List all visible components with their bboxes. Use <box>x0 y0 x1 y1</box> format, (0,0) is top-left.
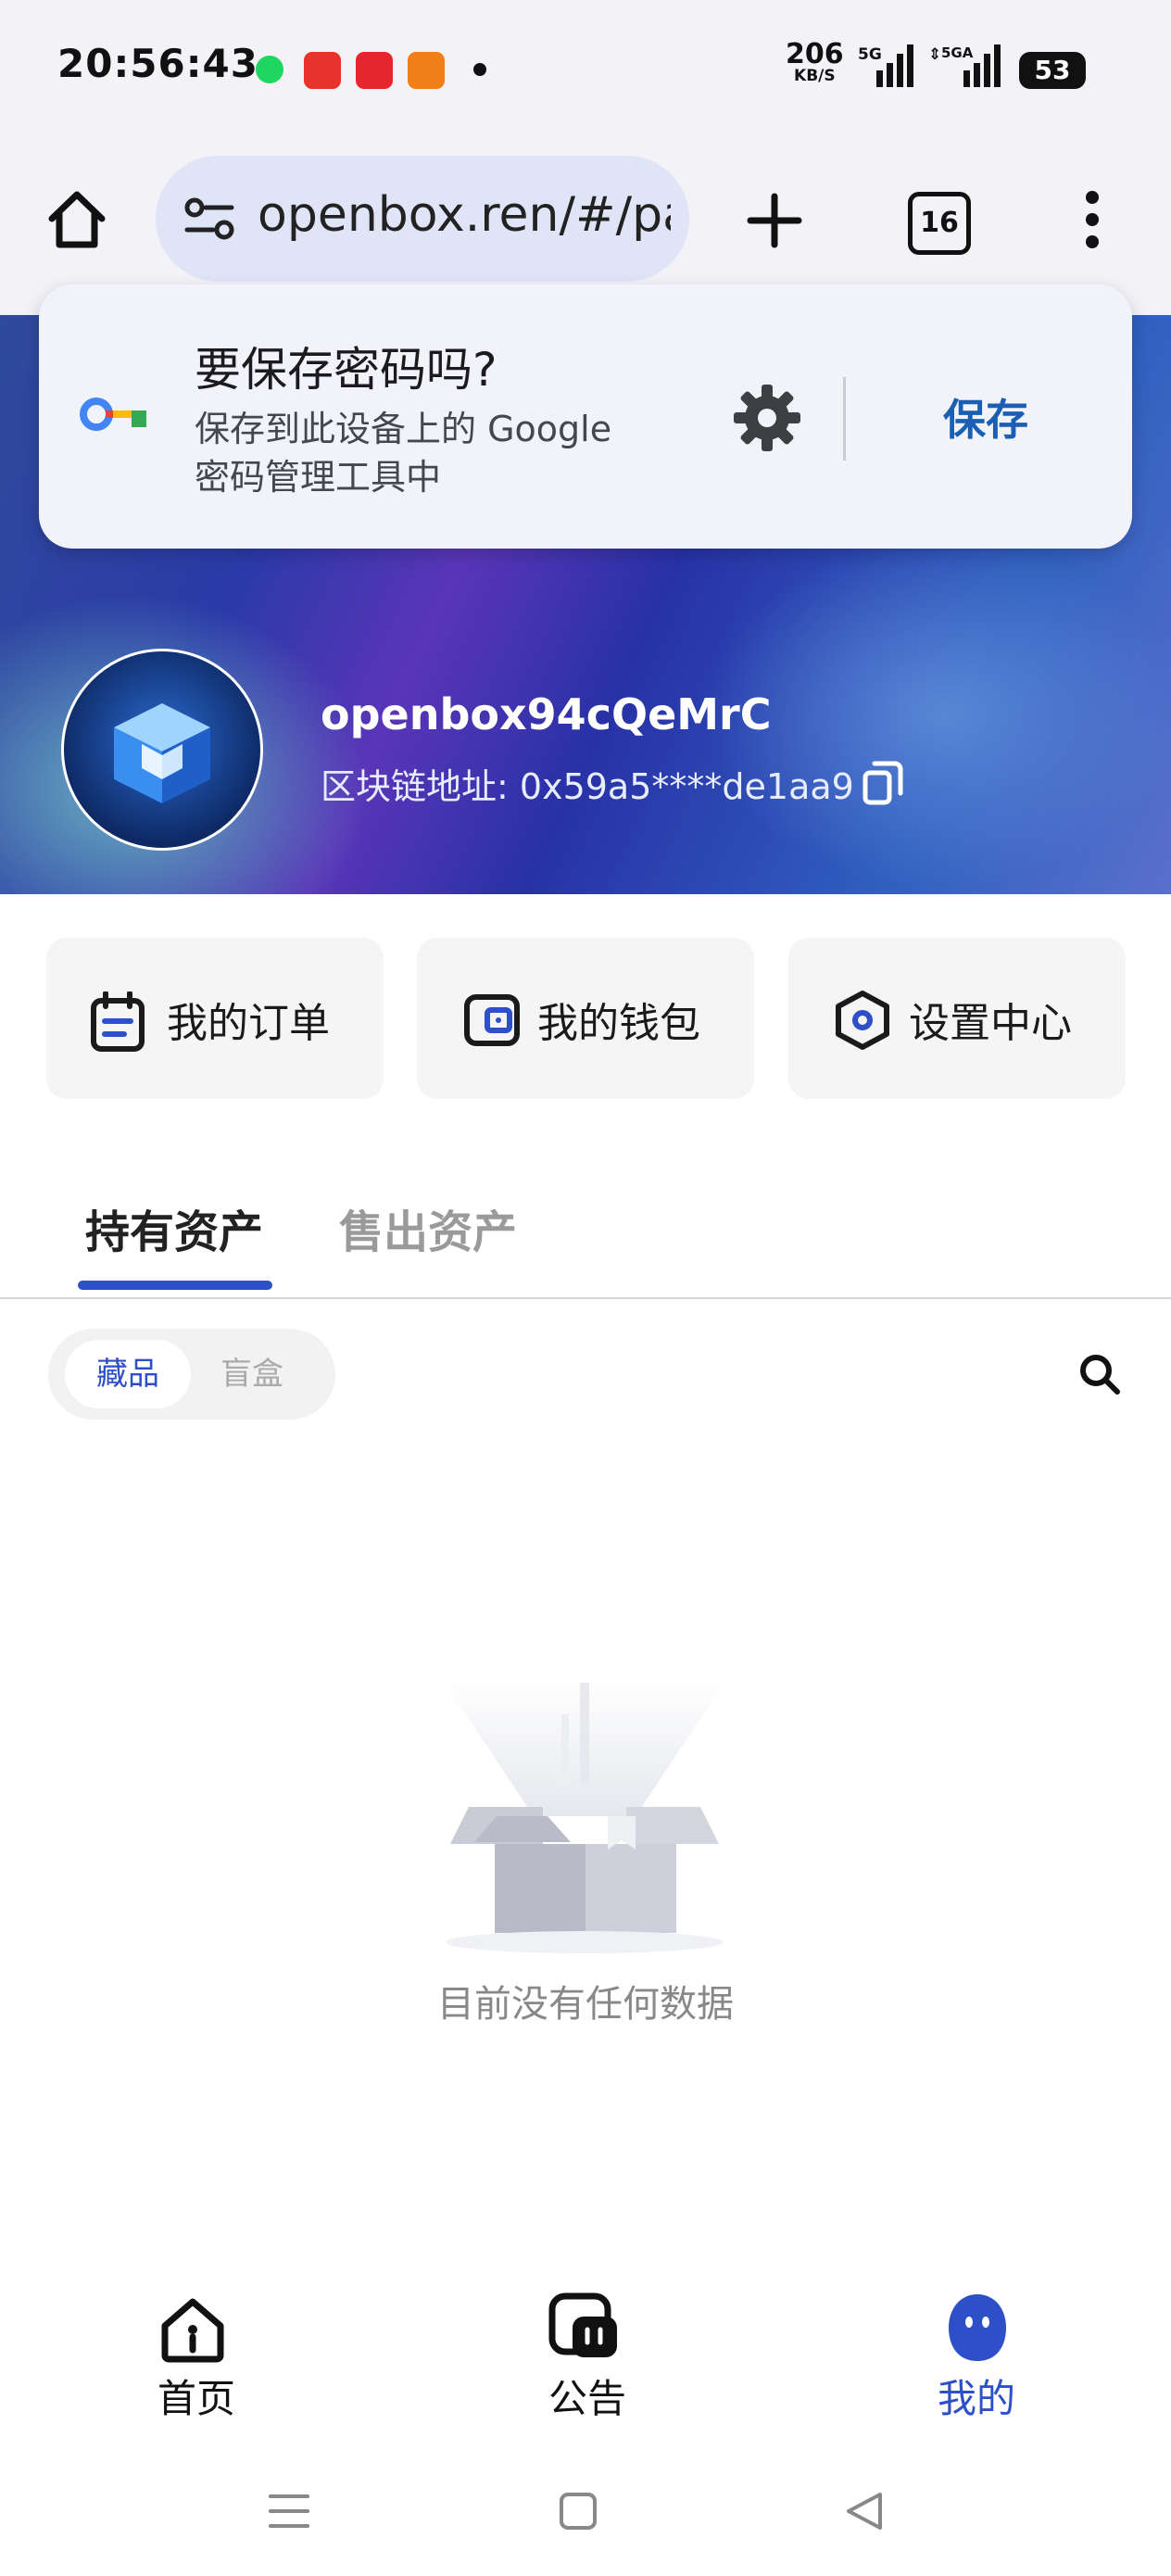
status-bar: 20:56:43 206 KB/S 5G ⇕ 5GA 53 <box>0 0 1171 139</box>
avatar[interactable] <box>61 649 263 851</box>
spotify-icon <box>256 56 283 83</box>
nav-announcements[interactable]: 公告 <box>528 2289 639 2428</box>
address-bar[interactable]: openbox.ren/#/pa <box>156 156 689 282</box>
nav-mine[interactable]: 我的 <box>917 2289 1038 2428</box>
settings-center-button[interactable]: 设置中心 <box>788 938 1126 1099</box>
empty-box-illustration <box>441 1677 728 1953</box>
system-navigation-bar <box>0 2456 1171 2576</box>
profile-nav-icon <box>949 2294 1006 2361</box>
chain-address-label: 区块链地址: <box>321 766 509 807</box>
svg-text:5GA: 5GA <box>941 44 974 61</box>
xiaohongshu-icon <box>356 52 393 89</box>
chain-address: 区块链地址: 0x59a5****de1aa9 <box>321 758 854 809</box>
tab-switcher-button[interactable]: 16 <box>908 192 971 255</box>
signal-5g-icon: 5G <box>858 44 913 87</box>
nav-home-label: 首页 <box>157 2376 236 2421</box>
my-orders-label: 我的订单 <box>167 1000 330 1047</box>
username: openbox94cQeMrC <box>321 689 772 739</box>
site-settings-icon[interactable] <box>183 196 237 241</box>
my-wallet-label: 我的钱包 <box>537 1000 700 1047</box>
tab-sold-assets[interactable]: 售出资产 <box>339 1195 517 1260</box>
home-button-icon[interactable] <box>558 2491 598 2532</box>
svg-text:⇕: ⇕ <box>928 45 941 64</box>
my-wallet-button[interactable]: 我的钱包 <box>417 938 754 1099</box>
app-notification-icon <box>304 52 341 89</box>
nav-mine-label: 我的 <box>938 2376 1016 2421</box>
network-speed: 206 KB/S <box>786 38 844 86</box>
home-nav-icon <box>161 2298 224 2363</box>
home-icon[interactable] <box>44 187 109 252</box>
empty-state-message: 目前没有任何数据 <box>437 1983 734 2026</box>
active-tab-indicator <box>78 1281 272 1290</box>
save-password-button[interactable]: 保存 <box>943 386 1028 448</box>
new-tab-icon[interactable] <box>747 193 802 248</box>
filter-collectibles[interactable]: 藏品 <box>65 1340 191 1408</box>
recent-apps-icon[interactable] <box>267 2491 311 2532</box>
more-notifications-dot <box>473 63 486 76</box>
hexagon-settings-icon <box>836 991 889 1050</box>
settings-center-label: 设置中心 <box>909 1000 1072 1047</box>
more-menu-icon[interactable] <box>1078 189 1106 250</box>
announcement-icon <box>548 2292 617 2357</box>
calendar-icon <box>91 991 145 1052</box>
nav-announcements-label: 公告 <box>548 2376 627 2421</box>
save-password-prompt: 要保存密码吗? 保存到此设备上的 Google 密码管理工具中 保存 <box>39 284 1132 549</box>
wallet-icon <box>464 994 520 1046</box>
battery-indicator: 53 <box>1019 52 1086 89</box>
search-icon[interactable] <box>1078 1353 1121 1395</box>
filter-blind-box[interactable]: 盲盒 <box>220 1340 283 1408</box>
chain-address-value: 0x59a5****de1aa9 <box>519 766 854 807</box>
cube-logo-icon <box>114 703 210 803</box>
divider <box>843 377 846 461</box>
url-text[interactable]: openbox.ren/#/pa <box>258 187 671 243</box>
gear-icon[interactable] <box>732 383 802 453</box>
app-notification-icon <box>408 52 445 89</box>
my-orders-button[interactable]: 我的订单 <box>46 938 384 1099</box>
save-password-title: 要保存密码吗? <box>195 343 497 397</box>
copy-icon[interactable] <box>862 760 904 806</box>
back-icon[interactable] <box>843 2489 884 2533</box>
tab-divider <box>0 1297 1171 1299</box>
svg-text:5G: 5G <box>858 45 882 64</box>
tab-held-assets[interactable]: 持有资产 <box>85 1195 263 1260</box>
status-time: 20:56:43 <box>57 41 258 86</box>
signal-5ga-icon: ⇕ 5GA <box>928 44 1001 87</box>
nav-home[interactable]: 首页 <box>139 2289 250 2428</box>
save-password-subtitle: 保存到此设备上的 Google 密码管理工具中 <box>195 409 612 498</box>
google-key-icon <box>80 398 146 431</box>
asset-type-filter: 藏品 盲盒 <box>48 1329 335 1420</box>
